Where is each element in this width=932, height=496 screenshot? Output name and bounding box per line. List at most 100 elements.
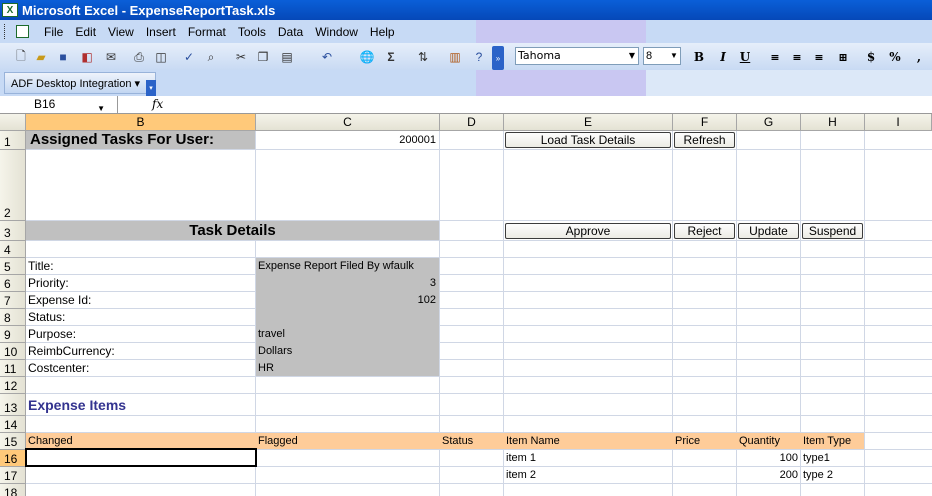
underline-button[interactable]: U (736, 48, 754, 66)
title-value[interactable]: Expense Report Filed By wfaulk (258, 258, 414, 275)
sort-ascending-icon[interactable]: ⇅ (414, 48, 432, 66)
workbook-icon[interactable] (14, 24, 32, 40)
row-header-2[interactable]: 2 (0, 150, 26, 221)
menu-grip[interactable] (4, 24, 8, 39)
header-item-name: Item Name (506, 435, 560, 447)
menu-tools[interactable]: Tools (232, 25, 272, 39)
quantity-cell[interactable]: 100 (739, 450, 798, 467)
spreadsheet-grid[interactable]: B C D E F G H I 1 2 3 4 5 6 7 8 9 10 11 … (0, 114, 932, 496)
item-type-cell[interactable]: type1 (803, 450, 830, 467)
new-icon[interactable]: 🗋 (12, 48, 30, 66)
copy-icon[interactable]: ❐ (254, 48, 272, 66)
menu-data[interactable]: Data (272, 25, 309, 39)
chevron-down-icon[interactable]: ▼ (627, 49, 637, 63)
comma-button[interactable]: , (910, 48, 928, 66)
chevron-down-icon[interactable]: ▼ (669, 49, 679, 63)
select-all-corner[interactable] (0, 114, 26, 131)
menu-view[interactable]: View (102, 25, 140, 39)
row-header-3[interactable]: 3 (0, 221, 26, 241)
paste-icon[interactable]: ▤ (278, 48, 296, 66)
open-icon[interactable]: ▰ (32, 48, 50, 66)
align-right-icon[interactable]: ≡ (810, 48, 828, 66)
row-header-12[interactable]: 12 (0, 377, 26, 394)
item-type-cell[interactable]: type 2 (803, 467, 833, 484)
expense-items-title: Expense Items (28, 397, 127, 413)
print-icon[interactable]: ⎙ (130, 48, 148, 66)
hyperlink-icon[interactable]: 🌐 (358, 48, 376, 66)
insert-function-icon[interactable]: fx (152, 96, 163, 113)
costcenter-value[interactable]: HR (258, 360, 274, 377)
expense-id-value[interactable]: 102 (258, 292, 436, 309)
column-header-c[interactable]: C (256, 114, 440, 131)
load-task-details-button[interactable]: Load Task Details (505, 132, 671, 148)
menu-format[interactable]: Format (182, 25, 232, 39)
reject-button[interactable]: Reject (674, 223, 735, 239)
header-flagged: Flagged (258, 435, 298, 447)
undo-icon[interactable]: ↶ (318, 48, 336, 66)
help-icon[interactable]: ? (470, 48, 488, 66)
menu-edit[interactable]: Edit (69, 25, 102, 39)
approve-button[interactable]: Approve (505, 223, 671, 239)
purpose-value[interactable]: travel (258, 326, 285, 343)
row-header-14[interactable]: 14 (0, 416, 26, 433)
item-name-cell[interactable]: item 1 (506, 450, 536, 467)
row-header-7[interactable]: 7 (0, 292, 26, 309)
active-cell-b16[interactable] (25, 448, 257, 467)
font-name-select[interactable]: Tahoma ▼ (515, 47, 639, 65)
save-icon[interactable]: ■ (54, 48, 72, 66)
update-button[interactable]: Update (738, 223, 799, 239)
quantity-cell[interactable]: 200 (739, 467, 798, 484)
toolbar-options-icon[interactable]: » (492, 46, 504, 70)
spelling-icon[interactable]: ✓ (180, 48, 198, 66)
column-header-d[interactable]: D (440, 114, 504, 131)
menu-insert[interactable]: Insert (140, 25, 182, 39)
priority-value[interactable]: 3 (258, 275, 436, 292)
refresh-button[interactable]: Refresh (674, 132, 735, 148)
merge-center-icon[interactable]: ⊞ (834, 48, 852, 66)
adf-desktop-integration-menu[interactable]: ADF Desktop Integration ▾ (4, 72, 156, 94)
menu-file[interactable]: File (38, 25, 69, 39)
align-center-icon[interactable]: ≡ (788, 48, 806, 66)
row-header-10[interactable]: 10 (0, 343, 26, 360)
align-left-icon[interactable]: ≡ (766, 48, 784, 66)
name-box[interactable]: B16 ▼ (0, 96, 118, 113)
row-header-4[interactable]: 4 (0, 241, 26, 258)
column-header-f[interactable]: F (673, 114, 737, 131)
email-icon[interactable]: ✉ (102, 48, 120, 66)
bold-button[interactable]: B (690, 48, 708, 66)
excel-app-icon[interactable]: X (2, 3, 18, 17)
research-icon[interactable]: ⌕ (202, 48, 220, 66)
row-header-17[interactable]: 17 (0, 467, 26, 484)
italic-button[interactable]: I (714, 48, 732, 66)
font-size-select[interactable]: 8 ▼ (643, 47, 681, 65)
row-header-5[interactable]: 5 (0, 258, 26, 275)
column-header-g[interactable]: G (737, 114, 801, 131)
permission-icon[interactable]: ◧ (78, 48, 96, 66)
menu-help[interactable]: Help (364, 25, 401, 39)
row-header-9[interactable]: 9 (0, 326, 26, 343)
row-header-16[interactable]: 16 (0, 450, 26, 467)
user-id-value[interactable]: 200001 (256, 132, 436, 149)
chart-wizard-icon[interactable]: ▥ (446, 48, 464, 66)
cut-icon[interactable]: ✂ (232, 48, 250, 66)
column-header-b[interactable]: B (26, 114, 256, 131)
row-header-8[interactable]: 8 (0, 309, 26, 326)
suspend-button[interactable]: Suspend (802, 223, 863, 239)
column-header-h[interactable]: H (801, 114, 865, 131)
row-header-13[interactable]: 13 (0, 394, 26, 416)
row-header-1[interactable]: 1 (0, 131, 26, 150)
item-name-cell[interactable]: item 2 (506, 467, 536, 484)
row-header-6[interactable]: 6 (0, 275, 26, 292)
row-header-15[interactable]: 15 (0, 433, 26, 450)
reimb-currency-value[interactable]: Dollars (258, 343, 292, 360)
column-header-e[interactable]: E (504, 114, 673, 131)
adf-toolbar-options-icon[interactable]: ▾ (146, 80, 156, 96)
autosum-icon[interactable]: Σ (382, 48, 400, 66)
print-preview-icon[interactable]: ◫ (152, 48, 170, 66)
column-header-i[interactable]: I (865, 114, 932, 131)
menu-window[interactable]: Window (309, 25, 364, 39)
row-header-11[interactable]: 11 (0, 360, 26, 377)
row-header-18[interactable]: 18 (0, 484, 26, 496)
currency-button[interactable]: $ (862, 48, 880, 66)
percent-button[interactable]: % (886, 48, 904, 66)
